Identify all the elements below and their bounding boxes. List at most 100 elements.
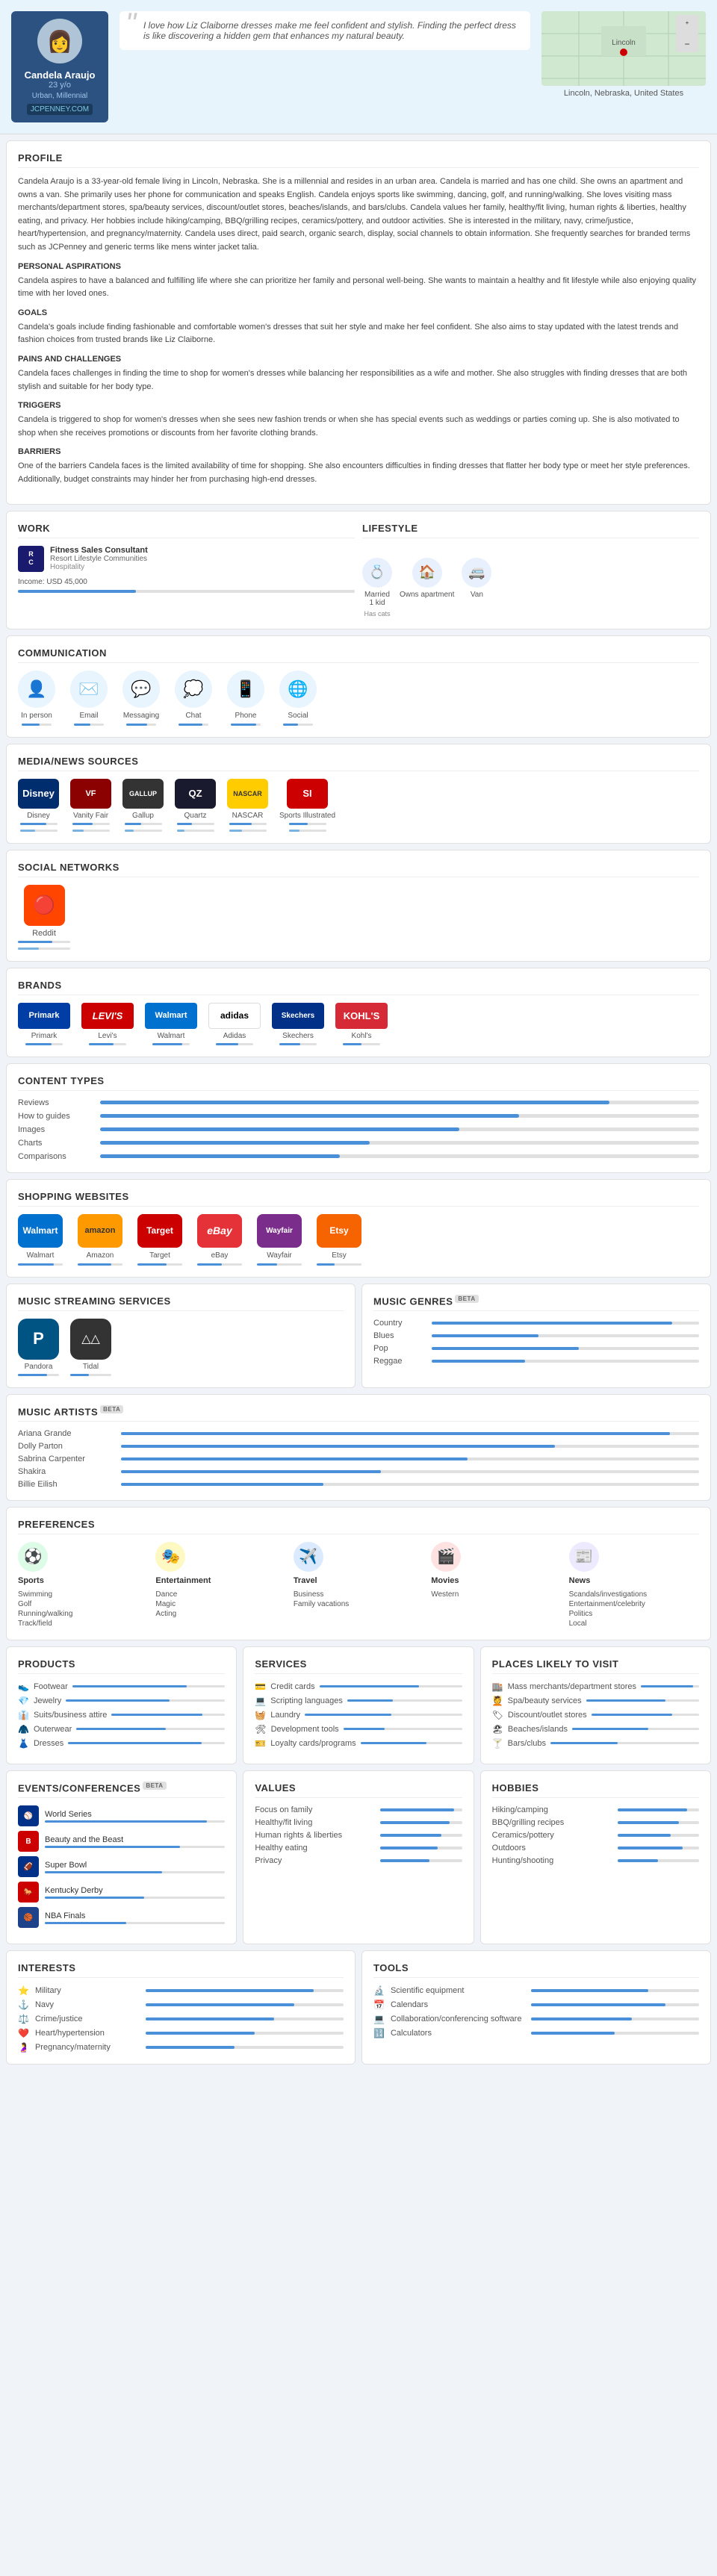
artist-dolly: Dolly Parton [18, 1442, 699, 1451]
shop-target: Target Target [137, 1214, 182, 1266]
music-artists-section: MUSIC ARTISTSBETA Ariana Grande Dolly Pa… [6, 1394, 711, 1501]
genre-rows: Country Blues Pop Reggae [373, 1319, 699, 1366]
heart-bar-fill [146, 2032, 255, 2035]
laundry-icon: 🧺 [255, 1710, 266, 1720]
pref-sports: ⚽ Sports Swimming Golf Running/walking T… [18, 1542, 148, 1628]
family-value-bar-fill [380, 1808, 453, 1811]
bbq-bar-bg [618, 1821, 699, 1824]
brand-primark: Primark Primark [18, 1003, 70, 1045]
tool-calendars: 📅 Calendars [373, 2000, 699, 2010]
barriers-title: BARRIERS [18, 447, 699, 456]
vanityfair-label: Vanity Fair [73, 812, 108, 820]
hobbies-rows: Hiking/camping BBQ/grilling recipes Cera… [492, 1805, 699, 1865]
profile-link[interactable]: JCPENNEY.COM [27, 104, 93, 115]
goals-text: Candela's goals include finding fashiona… [18, 321, 699, 347]
news-pref-icon: 📰 [569, 1542, 599, 1572]
scientific-bar-bg [531, 1989, 699, 1992]
brands-section: BRANDS Primark Primark LEVI'S Levi's Wal… [6, 968, 711, 1057]
tool-calculators: 🔢 Calculators [373, 2028, 699, 2038]
interest-heart: ❤️ Heart/hypertension [18, 2028, 344, 2038]
married-label: Married1 kid [364, 591, 390, 607]
shop-target-label: Target [149, 1251, 170, 1260]
shop-wayfair: Wayfair Wayfair [257, 1214, 302, 1266]
place-bars: 🍸 Bars/clubs [492, 1738, 699, 1749]
quartz-label: Quartz [184, 812, 206, 820]
content-rows: Reviews How to guides Images Charts Comp… [18, 1098, 699, 1161]
blues-label: Blues [373, 1331, 426, 1340]
heart-bar-bg [146, 2032, 344, 2035]
privacy-bar-bg [380, 1859, 462, 1862]
healthy-eating-bar-fill [380, 1847, 438, 1849]
interest-pregnancy: 🤰 Pregnancy/maternity [18, 2042, 344, 2053]
media-si: SI Sports Illustrated [279, 779, 335, 832]
hobby-hunting: Hunting/shooting [492, 1856, 699, 1865]
vf-bar1 [72, 823, 110, 825]
calendars-bar-fill [531, 2003, 665, 2006]
interests-section: INTERESTS ⭐ Military ⚓ Navy ⚖️ Crime/jus… [6, 1950, 356, 2065]
military-bar-fill [146, 1989, 314, 1992]
event-kentucky-derby: 🐎 Kentucky Derby [18, 1882, 225, 1903]
pref-dance: Dance [155, 1590, 285, 1599]
travel-pref-title: Travel [294, 1576, 423, 1585]
shop-walmart-logo: Walmart [18, 1214, 63, 1248]
bars-icon: 🍸 [492, 1738, 503, 1749]
tidal-label: Tidal [83, 1363, 99, 1371]
pref-running: Running/walking [18, 1609, 148, 1619]
beaches-icon: 🏖 [492, 1724, 503, 1735]
reddit-icon: 🔴 [24, 885, 65, 926]
shop-walmart-label: Walmart [27, 1251, 55, 1260]
calculators-bar-bg [531, 2032, 699, 2035]
travel-pref-icon: ✈️ [294, 1542, 323, 1572]
places-section: PLACES LIKELY TO VISIT 🏬 Mass merchants/… [480, 1646, 711, 1764]
kohls-bar [343, 1043, 380, 1045]
shop-ebay: eBay eBay [197, 1214, 242, 1266]
content-types-title: CONTENT TYPES [18, 1075, 699, 1091]
reddit-item: 🔴 Reddit [18, 885, 70, 950]
charts-label: Charts [18, 1139, 93, 1148]
product-dresses: 👗 Dresses [18, 1738, 225, 1749]
pref-travel: ✈️ Travel Business Family vacations [294, 1542, 423, 1628]
scripting-bar-fill [347, 1699, 394, 1702]
event-nba-finals: 🏀 NBA Finals [18, 1907, 225, 1928]
media-disney: Disney Disney [18, 779, 59, 832]
reggae-label: Reggae [373, 1357, 426, 1366]
work-job-title: Fitness Sales Consultant [50, 546, 148, 555]
reddit-label: Reddit [32, 929, 56, 938]
interest-military: ⭐ Military [18, 1985, 344, 1996]
interests-tools-row: INTERESTS ⭐ Military ⚓ Navy ⚖️ Crime/jus… [6, 1950, 711, 2065]
charts-bar-fill [100, 1141, 370, 1145]
pref-track: Track/field [18, 1619, 148, 1628]
brand-kohls: KOHL'S Kohl's [335, 1003, 388, 1045]
pref-politics: Politics [569, 1609, 699, 1619]
income-label: Income: USD 45,000 [18, 578, 355, 586]
billie-bar-fill [121, 1483, 323, 1486]
credit-cards-icon: 💳 [255, 1681, 266, 1692]
si-bar1 [289, 823, 326, 825]
hiking-bar-fill [618, 1808, 687, 1811]
sabrina-bar-bg [121, 1457, 699, 1460]
collaboration-icon: 💻 [373, 2014, 385, 2024]
ceramics-label: Ceramics/pottery [492, 1831, 612, 1840]
reddit-bar2 [18, 948, 70, 950]
dolly-label: Dolly Parton [18, 1442, 115, 1451]
shop-row: Walmart Walmart amazon Amazon Target Tar… [18, 1214, 699, 1266]
married-icon: 💍 [362, 558, 392, 588]
bbq-label: BBQ/grilling recipes [492, 1818, 612, 1827]
country-bar-fill [432, 1322, 672, 1325]
military-bar-bg [146, 1989, 344, 1992]
email-icon: ✉️ [70, 671, 108, 708]
quartz-bar2 [177, 830, 214, 832]
images-bar-bg [100, 1127, 699, 1131]
profile-demo: Urban, Millennial [19, 92, 101, 100]
shop-amazon-logo: amazon [78, 1214, 122, 1248]
work-info: Fitness Sales Consultant Resort Lifestyl… [50, 546, 148, 571]
chat-icon: 💭 [175, 671, 212, 708]
events-beta: BETA [143, 1782, 166, 1790]
company-logo: RC [18, 546, 44, 572]
beauty-beast-logo: B [18, 1831, 39, 1852]
comparisons-bar-fill [100, 1154, 340, 1158]
ceramics-bar-fill [618, 1834, 671, 1837]
streaming-pandora: P Pandora [18, 1319, 59, 1376]
disney-bar1 [20, 823, 58, 825]
phone-icon: 📱 [227, 671, 264, 708]
